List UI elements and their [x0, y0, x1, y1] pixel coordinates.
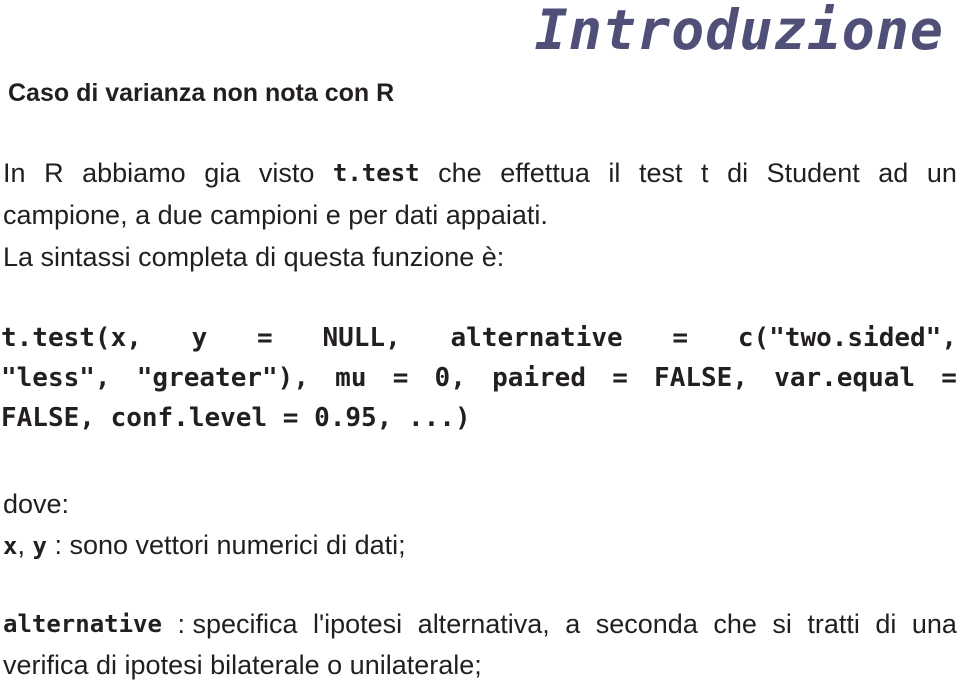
intro-line-1: In R abbiamo gia visto t.test che effett…	[3, 152, 957, 194]
alt-word: : specifica	[177, 609, 298, 639]
intro-line-3: La sintassi completa di questa funzione …	[3, 242, 505, 272]
param-y: y	[32, 532, 47, 560]
code-token: y	[191, 323, 208, 353]
code-syntax-block: t.test(x, y = NULL, alternative = c("two…	[1, 318, 957, 438]
intro-word: In	[3, 158, 26, 188]
code-line-2: "less", "greater"), mu = 0, paired = FAL…	[1, 358, 957, 398]
inline-code-t-test: t.test	[332, 159, 420, 187]
code-token: paired	[492, 363, 586, 393]
code-token: var.equal	[774, 363, 916, 393]
intro-word: il	[608, 158, 621, 188]
alt-word: si	[772, 609, 792, 639]
alt-word: l'ipotesi	[312, 609, 403, 639]
slide-subtitle: Caso di varianza non nota con R	[8, 79, 395, 107]
param-separator: ,	[17, 530, 25, 560]
code-token: 0,	[434, 363, 466, 393]
intro-word: ad	[878, 158, 909, 188]
code-token: =	[612, 363, 628, 393]
dove-section: dove: x, y : sono vettori numerici di da…	[3, 484, 957, 567]
code-token: =	[392, 363, 409, 393]
intro-paragraph: In R abbiamo gia visto t.test che effett…	[3, 152, 957, 278]
code-token: =	[257, 323, 273, 353]
param-xy-description: : sono vettori numerici di dati;	[54, 530, 406, 560]
intro-word: Student	[766, 158, 860, 188]
param-x: x	[3, 532, 18, 560]
code-token: t.test(x,	[1, 323, 142, 353]
intro-word: effettua	[500, 158, 590, 188]
code-token: "less",	[1, 363, 111, 393]
code-token: FALSE,	[654, 363, 748, 393]
code-line-1: t.test(x, y = NULL, alternative = c("two…	[1, 318, 957, 358]
code-token: =	[672, 323, 689, 353]
intro-word: che	[438, 158, 482, 188]
intro-word: un	[926, 158, 957, 188]
alt-word: di	[875, 609, 897, 639]
dove-label: dove:	[3, 489, 70, 519]
alt-word: che	[713, 609, 757, 639]
intro-word: visto	[258, 158, 315, 188]
code-token: =	[941, 363, 957, 393]
slide-root: Introduzione Caso di varianza non nota c…	[0, 0, 960, 684]
intro-word: abbiamo	[82, 158, 186, 188]
alt-word: una	[911, 609, 957, 639]
code-token: alternative	[450, 323, 623, 353]
alt-word: seconda	[595, 609, 698, 639]
code-token: "greater"),	[136, 363, 309, 393]
param-alternative: alternative	[3, 610, 162, 638]
intro-word: R	[44, 158, 64, 188]
alt-word: a	[565, 609, 581, 639]
alternative-line-1: alternative : specifica l'ipotesi altern…	[3, 604, 957, 645]
intro-word: t	[701, 158, 709, 188]
code-line-3: FALSE, conf.level = 0.95, ...)	[1, 403, 471, 433]
intro-line-2: campione, a due campioni e per dati appa…	[3, 200, 548, 230]
intro-word: di	[727, 158, 749, 188]
page-title: Introduzione	[534, 0, 944, 62]
alt-word: tratti	[807, 609, 860, 639]
dove-xy-item: x, y : sono vettori numerici di dati;	[3, 525, 957, 567]
intro-word: gia	[204, 158, 241, 188]
code-token: NULL,	[322, 323, 401, 353]
alternative-line-2: verifica di ipotesi bilaterale o unilate…	[3, 650, 482, 680]
code-token: mu	[335, 363, 367, 393]
code-token: c("two.sided",	[737, 323, 957, 353]
alt-word: alternativa,	[417, 609, 550, 639]
intro-word: test	[638, 158, 683, 188]
alternative-section: alternative : specifica l'ipotesi altern…	[3, 604, 957, 686]
